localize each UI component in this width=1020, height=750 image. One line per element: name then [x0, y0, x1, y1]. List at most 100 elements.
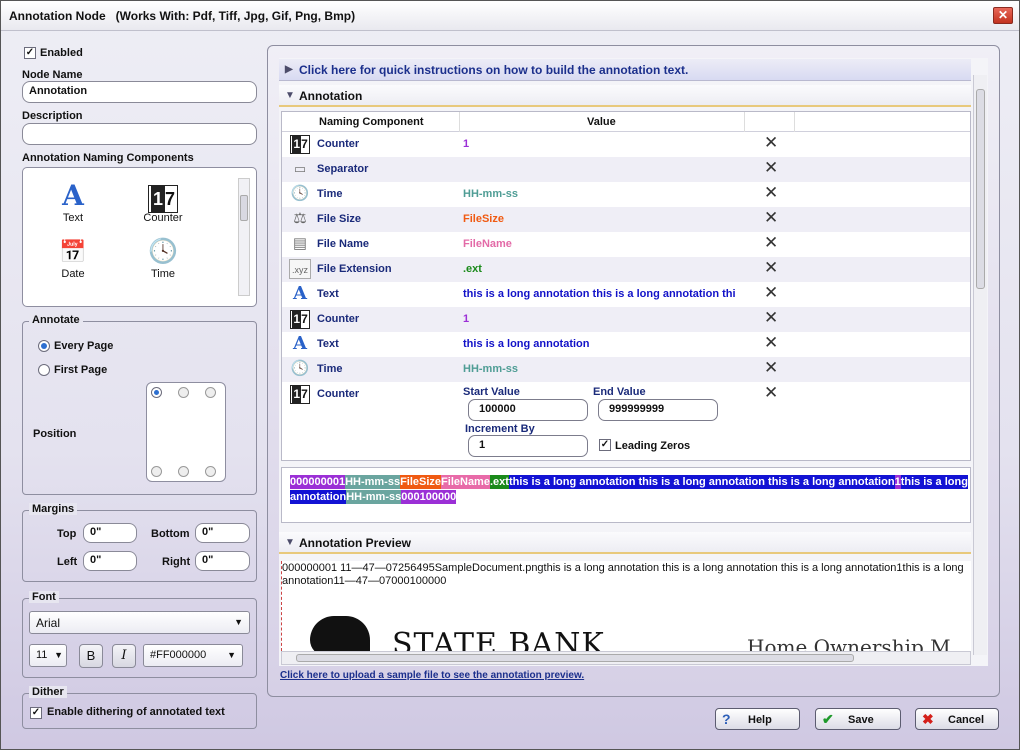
row-value[interactable]: 1: [463, 313, 736, 325]
dithering-checkbox[interactable]: ✓: [30, 707, 42, 719]
delete-row-button[interactable]: ✕: [764, 233, 778, 253]
grid-row[interactable]: ▭ Separator ✕: [282, 157, 970, 182]
save-button[interactable]: ✔ Save: [815, 708, 901, 730]
delete-row-button[interactable]: ✕: [764, 333, 778, 353]
token-chip[interactable]: HH-mm-ss: [345, 475, 401, 489]
position-bottom-left[interactable]: [151, 466, 162, 477]
grid-row[interactable]: 🕓 Time HH-mm-ss ✕: [282, 357, 970, 382]
quick-instructions-bar[interactable]: ▶ Click here for quick instructions on h…: [279, 59, 971, 81]
position-label: Position: [33, 428, 77, 440]
token-chip[interactable]: 000100000: [401, 490, 457, 504]
row-value[interactable]: 1: [463, 138, 736, 150]
delete-row-button[interactable]: ✕: [764, 308, 778, 328]
preview-horizontal-scrollbar[interactable]: [281, 651, 971, 665]
cancel-x-icon: ✖: [922, 711, 934, 727]
delete-row-button[interactable]: ✕: [764, 133, 778, 153]
grid-header: Naming Component Value: [282, 112, 970, 132]
font-color-select[interactable]: #FF000000 ▼: [143, 644, 243, 667]
naming-components-grid: Naming Component Value 17 Counter 1 ✕ ▭ …: [281, 111, 971, 461]
grid-row[interactable]: .xyz File Extension .ext ✕: [282, 257, 970, 282]
position-top-right[interactable]: [205, 387, 216, 398]
node-name-label: Node Name: [22, 69, 83, 81]
margin-top-input[interactable]: 0": [83, 523, 137, 543]
row-value[interactable]: FileName: [463, 238, 736, 250]
enabled-checkbox[interactable]: ✓: [24, 47, 36, 59]
grid-row-counter-detail[interactable]: 17 Counter ✕ Start Value 100000 End Valu…: [282, 382, 970, 460]
token-chip[interactable]: .ext: [489, 475, 509, 489]
horizontal-scroll-thumb[interactable]: [296, 654, 854, 662]
token-chip[interactable]: FileName: [441, 475, 490, 489]
row-value[interactable]: FileSize: [463, 213, 736, 225]
token-chip[interactable]: 1: [894, 475, 901, 489]
grid-row[interactable]: ⚖ File Size FileSize ✕: [282, 207, 970, 232]
annotation-section-title: Annotation: [299, 89, 363, 103]
quick-instructions-link[interactable]: Click here for quick instructions on how…: [299, 63, 688, 77]
annotation-preview-header[interactable]: ▼ Annotation Preview: [279, 532, 971, 554]
delete-row-button[interactable]: ✕: [764, 183, 778, 203]
margin-bottom-input[interactable]: 0": [195, 523, 250, 543]
first-page-radio[interactable]: [38, 364, 50, 376]
builder-vertical-scrollbar[interactable]: [973, 75, 987, 655]
grid-row[interactable]: A Text this is a long annotation this is…: [282, 282, 970, 307]
row-value[interactable]: HH-mm-ss: [463, 363, 736, 375]
row-value[interactable]: this is a long annotation this is a long…: [463, 288, 736, 300]
component-date[interactable]: 📅 Date: [38, 236, 108, 280]
font-family-select[interactable]: Arial ▼: [29, 611, 250, 634]
leading-zeros-checkbox[interactable]: ✓: [599, 439, 611, 451]
start-value-input[interactable]: 100000: [468, 399, 588, 421]
annotation-section-header[interactable]: ▼ Annotation: [279, 85, 971, 107]
row-value[interactable]: HH-mm-ss: [463, 188, 736, 200]
components-scroll-thumb[interactable]: [240, 195, 248, 221]
row-component-name: Text: [317, 338, 339, 350]
grid-row[interactable]: 🕓 Time HH-mm-ss ✕: [282, 182, 970, 207]
description-input[interactable]: [22, 123, 257, 145]
delete-row-button[interactable]: ✕: [764, 358, 778, 378]
row-component-name: Counter: [317, 388, 360, 400]
column-divider: [459, 112, 460, 132]
token-chip[interactable]: 000000001: [290, 475, 346, 489]
node-name-input[interactable]: Annotation: [22, 81, 257, 103]
grid-row[interactable]: 17 Counter 1 ✕: [282, 307, 970, 332]
position-top-left[interactable]: [151, 387, 162, 398]
help-button[interactable]: ? Help: [715, 708, 800, 730]
increment-by-input[interactable]: 1: [468, 435, 588, 457]
upload-sample-link[interactable]: Click here to upload a sample file to se…: [280, 670, 584, 681]
delete-row-button[interactable]: ✕: [764, 383, 778, 403]
delete-row-button[interactable]: ✕: [764, 158, 778, 178]
token-chip[interactable]: this is a long annotation this is a long…: [508, 475, 895, 489]
bold-button[interactable]: B: [79, 644, 103, 668]
components-scrollbar[interactable]: [238, 178, 250, 296]
grid-row[interactable]: 17 Counter 1 ✕: [282, 132, 970, 157]
component-text[interactable]: A Text: [38, 180, 108, 225]
position-bottom-center[interactable]: [178, 466, 189, 477]
token-chip[interactable]: FileSize: [400, 475, 442, 489]
delete-row-button[interactable]: ✕: [764, 258, 778, 278]
component-counter[interactable]: 17 Counter: [128, 180, 198, 224]
margin-left-input[interactable]: 0": [83, 551, 137, 571]
italic-button[interactable]: I: [112, 644, 136, 668]
delete-row-button[interactable]: ✕: [764, 283, 778, 303]
file-extension-icon: .xyz: [289, 259, 311, 279]
title-label: Annotation Node: [9, 9, 106, 23]
grid-row[interactable]: A Text this is a long annotation ✕: [282, 332, 970, 357]
position-top-center[interactable]: [178, 387, 189, 398]
delete-row-button[interactable]: ✕: [764, 208, 778, 228]
vertical-scroll-thumb[interactable]: [976, 89, 985, 289]
end-value-input[interactable]: 999999999: [598, 399, 718, 421]
component-time[interactable]: 🕓 Time: [128, 236, 198, 280]
margin-right-input[interactable]: 0": [195, 551, 250, 571]
close-button[interactable]: ✕: [993, 7, 1013, 24]
margins-group: Margins Top 0" Bottom 0" Left 0" Right 0…: [22, 503, 257, 582]
row-value[interactable]: .ext: [463, 263, 736, 275]
file-size-icon: ⚖: [293, 210, 307, 227]
window-title: Annotation Node (Works With: Pdf, Tiff, J…: [9, 9, 355, 23]
row-value[interactable]: this is a long annotation: [463, 338, 736, 350]
annotate-title: Annotate: [29, 314, 83, 326]
font-size-select[interactable]: 11 ▼: [29, 644, 67, 667]
cancel-button[interactable]: ✖ Cancel: [915, 708, 999, 730]
every-page-radio[interactable]: [38, 340, 50, 352]
position-bottom-right[interactable]: [205, 466, 216, 477]
grid-row[interactable]: ▤ File Name FileName ✕: [282, 232, 970, 257]
token-chip[interactable]: HH-mm-ss: [346, 490, 402, 504]
every-page-label: Every Page: [54, 340, 114, 352]
